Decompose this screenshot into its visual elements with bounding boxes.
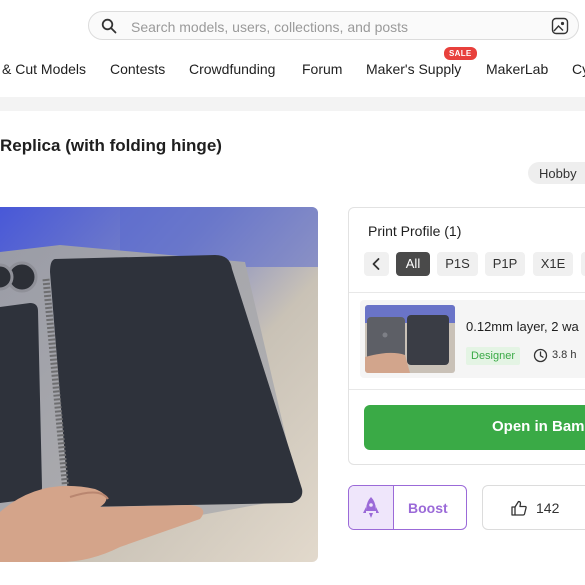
clock-icon <box>533 348 548 363</box>
like-button[interactable]: 142 <box>482 485 585 530</box>
search-bar[interactable] <box>88 11 579 40</box>
thumbs-up-icon <box>511 500 527 516</box>
category-tag[interactable]: Hobby <box>528 162 585 184</box>
filter-prev-button[interactable] <box>364 252 389 276</box>
filter-p1s[interactable]: P1S <box>437 252 478 276</box>
nav-item-cut-models[interactable]: & Cut Models <box>2 61 86 77</box>
nav-item-cy[interactable]: Cy <box>572 61 585 77</box>
rocket-icon <box>363 497 379 518</box>
search-icon <box>101 18 117 34</box>
boost-icon-box <box>349 486 394 529</box>
nav-item-crowdfunding[interactable]: Crowdfunding <box>189 61 275 77</box>
search-input[interactable] <box>129 16 543 38</box>
filter-all[interactable]: All <box>396 252 430 276</box>
thumbnail-illustration <box>365 305 455 373</box>
print-time: 3.8 h <box>552 349 577 361</box>
like-count: 142 <box>536 500 560 516</box>
open-in-bambu-button[interactable]: Open in Bam <box>364 405 585 450</box>
chevron-left-icon <box>372 258 380 270</box>
nav-item-contests[interactable]: Contests <box>110 61 165 77</box>
card-divider <box>349 292 585 293</box>
divider-band <box>0 97 585 111</box>
nav-item-makers-supply[interactable]: Maker's Supply <box>366 61 461 77</box>
designer-badge: Designer <box>466 347 521 365</box>
filter-more[interactable] <box>581 252 585 276</box>
model-photo[interactable] <box>0 207 318 562</box>
profile-name: 0.12mm layer, 2 wa <box>466 319 579 334</box>
nav-item-makerlab[interactable]: MakerLab <box>486 61 548 77</box>
sale-badge: SALE <box>444 47 477 60</box>
nav-item-forum[interactable]: Forum <box>302 61 342 77</box>
model-title: Replica (with folding hinge) <box>0 136 222 155</box>
print-profile-title: Print Profile (1) <box>368 223 462 239</box>
boost-label: Boost <box>408 500 448 516</box>
boost-button[interactable]: Boost <box>348 485 467 530</box>
phone-photo-illustration <box>0 207 318 562</box>
image-search-icon[interactable] <box>551 17 569 35</box>
card-divider-2 <box>349 389 585 390</box>
filter-p1p[interactable]: P1P <box>485 252 525 276</box>
profile-thumbnail <box>365 305 455 373</box>
filter-x1e[interactable]: X1E <box>533 252 573 276</box>
main-nav: & Cut Models Contests Crowdfunding Forum… <box>0 54 585 84</box>
